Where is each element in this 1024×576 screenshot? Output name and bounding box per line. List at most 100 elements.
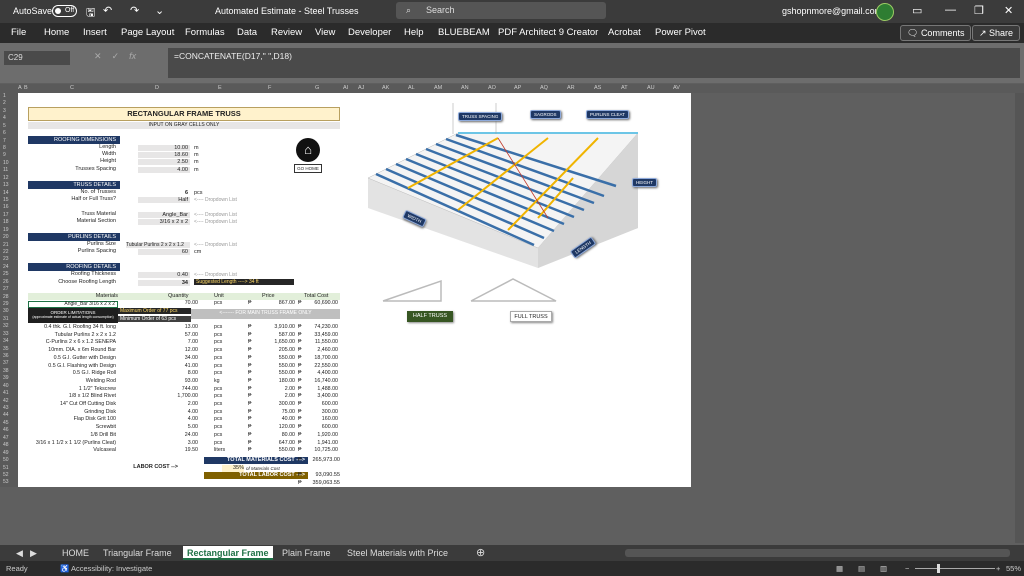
tab-triangular-frame[interactable]: Triangular Frame [103, 546, 172, 560]
tab-home[interactable]: HOME [62, 546, 89, 560]
col-header[interactable]: AJ [358, 85, 364, 91]
halffull-dropdown[interactable]: Half [138, 197, 190, 203]
labor-percent[interactable]: 35% [222, 465, 244, 472]
zoom-level[interactable]: 55% [1006, 564, 1021, 573]
row-header[interactable]: 4 [3, 115, 6, 121]
page-break-view-icon[interactable]: ▥ [880, 564, 887, 573]
row-header[interactable]: 41 [3, 390, 9, 396]
add-sheet-icon[interactable]: ⊕ [476, 546, 485, 560]
row-header[interactable]: 27 [3, 286, 9, 292]
col-header[interactable]: AM [434, 85, 442, 91]
row-header[interactable]: 18 [3, 219, 9, 225]
row-header[interactable]: 28 [3, 294, 9, 300]
spacing-input[interactable]: 4.00 [138, 167, 190, 173]
row-header[interactable]: 20 [3, 234, 9, 240]
menu-page-layout[interactable]: Page Layout [121, 27, 174, 38]
col-header[interactable]: AI [343, 85, 348, 91]
tag-purlins-cleat[interactable]: PURLINS CLEAT [586, 110, 629, 119]
row-header[interactable]: 51 [3, 465, 9, 471]
thickness-dropdown[interactable]: 0.40 [138, 272, 190, 278]
row-header[interactable]: 7 [3, 138, 6, 144]
close-icon[interactable]: ✕ [1004, 4, 1013, 17]
customize-qat-icon[interactable]: ⌄ [155, 4, 164, 17]
row-header[interactable]: 24 [3, 264, 9, 270]
col-header[interactable]: AU [647, 85, 655, 91]
row-header[interactable]: 45 [3, 420, 9, 426]
tag-truss-spacing[interactable]: TRUSS SPACING [458, 112, 503, 121]
row-header[interactable]: 32 [3, 323, 9, 329]
menu-insert[interactable]: Insert [83, 27, 107, 38]
row-header[interactable]: 11 [3, 167, 8, 173]
row-header[interactable]: 53 [3, 479, 9, 485]
row-header[interactable]: 29 [3, 301, 9, 307]
row-header[interactable]: 52 [3, 472, 9, 478]
col-header[interactable]: AQ [540, 85, 548, 91]
col-header[interactable]: AP [514, 85, 521, 91]
col-header[interactable]: C [70, 85, 74, 91]
avatar[interactable] [876, 3, 894, 21]
full-truss-button[interactable]: FULL TRUSS [510, 311, 552, 322]
zoom-slider[interactable] [915, 568, 995, 569]
zoom-out-icon[interactable]: − [905, 564, 909, 573]
col-header[interactable]: G [315, 85, 319, 91]
row-header[interactable]: 48 [3, 442, 9, 448]
autosave-toggle[interactable]: Off [52, 5, 77, 17]
row-header[interactable]: 12 [3, 175, 9, 181]
row-header[interactable]: 14 [3, 190, 9, 196]
tag-height[interactable]: HEIGHT [632, 178, 658, 187]
tab-steel-materials[interactable]: Steel Materials with Price [347, 546, 448, 560]
menu-view[interactable]: View [315, 27, 335, 38]
menu-bluebeam[interactable]: BLUEBEAM [438, 27, 490, 38]
row-header[interactable]: 30 [3, 308, 9, 314]
row-header[interactable]: 40 [3, 383, 9, 389]
col-header[interactable]: D [155, 85, 159, 91]
menu-review[interactable]: Review [271, 27, 302, 38]
menu-file[interactable]: File [11, 27, 26, 38]
col-header[interactable]: AV [673, 85, 680, 91]
menu-data[interactable]: Data [237, 27, 257, 38]
menu-pdf-architect[interactable]: PDF Architect 9 Creator [498, 27, 598, 38]
tab-rectangular-frame[interactable]: Rectangular Frame [183, 546, 273, 560]
enter-icon[interactable]: ✓ [112, 51, 120, 61]
redo-icon[interactable]: ↷ [130, 4, 139, 17]
row-header[interactable]: 19 [3, 227, 9, 233]
tab-plain-frame[interactable]: Plain Frame [282, 546, 331, 560]
row-header[interactable]: 17 [3, 212, 9, 218]
tab-scroll-right-icon[interactable]: ▶ [30, 546, 37, 560]
col-header[interactable]: AS [594, 85, 601, 91]
minimize-icon[interactable]: — [945, 4, 956, 16]
menu-power-pivot[interactable]: Power Pivot [655, 27, 706, 38]
comments-button[interactable]: 🗨 Comments [900, 25, 972, 41]
row-header[interactable]: 21 [3, 242, 9, 248]
col-header[interactable]: E [218, 85, 222, 91]
formula-input[interactable]: =CONCATENATE(D17," ",D18) [168, 48, 1020, 78]
row-header[interactable]: 47 [3, 435, 9, 441]
col-header[interactable]: AN [461, 85, 469, 91]
page-layout-view-icon[interactable]: ▤ [858, 564, 865, 573]
menu-formulas[interactable]: Formulas [185, 27, 225, 38]
half-truss-button[interactable]: HALF TRUSS [407, 311, 453, 322]
col-header[interactable]: AO [488, 85, 496, 91]
row-header[interactable]: 31 [3, 316, 9, 322]
col-header[interactable]: AT [621, 85, 628, 91]
restore-icon[interactable]: ❐ [974, 4, 984, 17]
insert-function-icon[interactable]: fx [129, 51, 136, 61]
row-header[interactable]: 25 [3, 271, 9, 277]
row-header[interactable]: 38 [3, 368, 9, 374]
account-email[interactable]: gshopnmore@gmail.com [782, 6, 882, 16]
row-header[interactable]: 10 [3, 160, 9, 166]
col-header[interactable]: B [24, 85, 28, 91]
section-dropdown[interactable]: 3/16 x 2 x 2 [138, 219, 190, 225]
row-header[interactable]: 15 [3, 197, 9, 203]
height-input[interactable]: 2.50 [138, 159, 190, 165]
ribbon-display-icon[interactable]: ▭ [912, 4, 922, 17]
purlins-size-dropdown[interactable]: Tubular Purlins 2 x 2 x 1.2 [126, 242, 190, 248]
row-header[interactable]: 50 [3, 457, 9, 463]
row-header[interactable]: 37 [3, 360, 9, 366]
menu-developer[interactable]: Developer [348, 27, 391, 38]
cancel-icon[interactable]: ✕ [94, 51, 102, 61]
row-header[interactable]: 6 [3, 130, 6, 136]
row-header[interactable]: 42 [3, 398, 9, 404]
row-header[interactable]: 9 [3, 152, 6, 158]
row-header[interactable]: 44 [3, 412, 9, 418]
